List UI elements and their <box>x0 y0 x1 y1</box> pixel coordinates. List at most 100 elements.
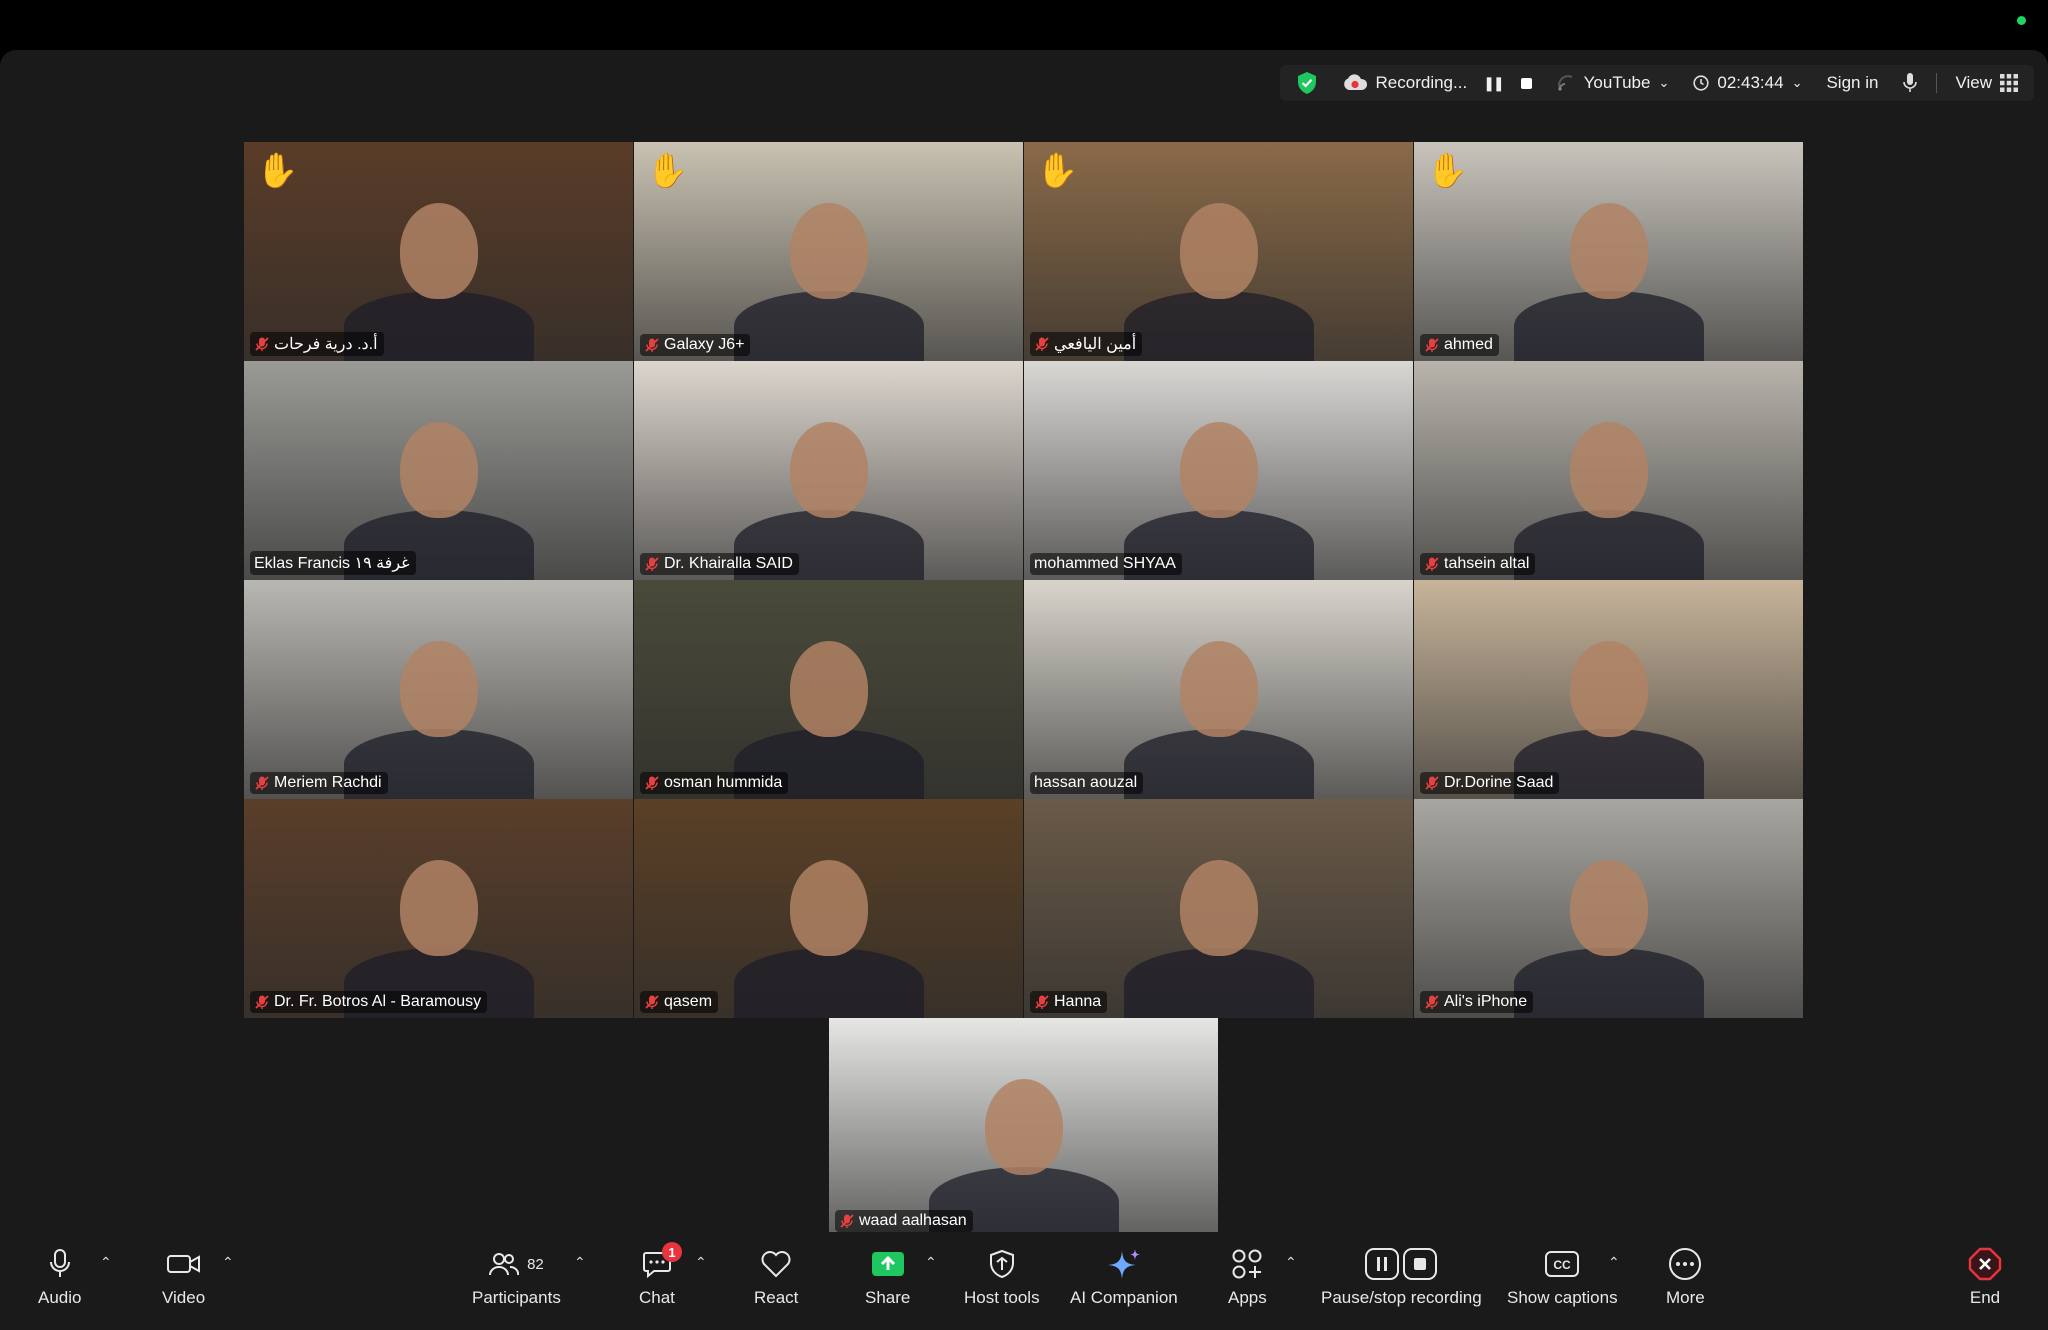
participant-video <box>1024 142 1413 361</box>
zoom-window: Recording... ❚❚ YouTube ⌄ 02:43:44 ⌄ Sig… <box>0 50 2048 1330</box>
participants-button[interactable]: 82 Participants <box>472 1246 561 1308</box>
participant-name: Hanna <box>1054 993 1102 1010</box>
participant-name-tag: hassan aouzal <box>1030 772 1144 794</box>
muted-mic-icon <box>1034 336 1050 352</box>
participant-name: osman hummida <box>664 774 783 791</box>
participant-tile[interactable]: Dr.Dorine Saad <box>1414 580 1803 799</box>
ai-companion-label: AI Companion <box>1070 1288 1178 1307</box>
participant-tile[interactable]: osman hummida <box>634 580 1023 799</box>
person-silhouette <box>1513 948 1704 1018</box>
participant-name: Dr.Dorine Saad <box>1444 774 1554 791</box>
person-silhouette <box>1513 510 1704 580</box>
youtube-label: YouTube <box>1583 73 1651 92</box>
host-tools-button[interactable]: Host tools <box>964 1246 1040 1308</box>
apps-button[interactable]: Apps <box>1228 1246 1267 1308</box>
audio-label: Audio <box>38 1288 82 1307</box>
participant-tile[interactable]: Eklas Francis غرفة ١٩ <box>244 361 633 580</box>
participant-tile[interactable]: hassan aouzal <box>1024 580 1413 799</box>
participant-name: Dr. Khairalla SAID <box>664 555 793 572</box>
more-button[interactable]: More <box>1666 1246 1705 1308</box>
chat-options-caret-icon[interactable]: ⌃ <box>695 1254 707 1271</box>
captions-cc-icon: CC <box>1545 1246 1580 1282</box>
participant-name-tag: osman hummida <box>640 772 789 794</box>
recording-indicator[interactable]: Recording... ❚❚ <box>1336 65 1538 101</box>
person-head <box>1179 422 1258 518</box>
mic-indicator-icon <box>1896 65 1924 101</box>
apps-label: Apps <box>1228 1288 1267 1307</box>
meeting-toolbar: Audio ⌃ Video ⌃ 82 Participants ⌃ 1 Chat… <box>0 1232 2048 1330</box>
more-label: More <box>1666 1288 1705 1307</box>
apps-options-caret-icon[interactable]: ⌃ <box>1285 1254 1297 1271</box>
participant-name-tag: Dr. Fr. Botros Al - Baramousy <box>250 991 488 1013</box>
participant-tile[interactable]: Dr. Khairalla SAID <box>634 361 1023 580</box>
show-captions-button[interactable]: CC Show captions <box>1507 1246 1618 1308</box>
microphone-icon <box>48 1246 72 1282</box>
end-meeting-button[interactable]: End <box>1968 1246 2002 1308</box>
video-button[interactable]: Video <box>162 1246 205 1308</box>
person-head <box>399 860 478 956</box>
participant-tile[interactable]: ✋ ahmed <box>1414 142 1803 361</box>
video-options-caret-icon[interactable]: ⌃ <box>222 1254 234 1271</box>
grid-view-icon <box>2000 74 2018 92</box>
participant-name-tag: tahsein altal <box>1420 553 1536 575</box>
participant-name-tag: Dr.Dorine Saad <box>1420 772 1560 794</box>
muted-mic-icon <box>1034 994 1050 1010</box>
participant-name: waad aalhasan <box>859 1212 967 1229</box>
person-head <box>789 422 868 518</box>
chat-button[interactable]: 1 Chat <box>639 1242 682 1308</box>
participant-tile[interactable]: tahsein altal <box>1414 361 1803 580</box>
captions-options-caret-icon[interactable]: ⌃ <box>1608 1254 1620 1271</box>
participant-name: Ali's iPhone <box>1444 993 1528 1010</box>
participant-tile[interactable]: Hanna <box>1024 799 1413 1018</box>
participant-tile[interactable]: qasem <box>634 799 1023 1018</box>
muted-mic-icon <box>254 336 270 352</box>
participant-video <box>634 580 1023 799</box>
participant-name: أ.د. درية فرحات <box>274 336 378 353</box>
muted-mic-icon <box>644 994 660 1010</box>
share-button[interactable]: Share <box>865 1246 910 1308</box>
stop-recording-icon[interactable] <box>1520 77 1532 89</box>
ai-companion-button[interactable]: AI Companion <box>1070 1246 1178 1308</box>
chevron-down-icon: ⌄ <box>1791 75 1803 90</box>
show-captions-label: Show captions <box>1507 1288 1618 1307</box>
participant-tile[interactable]: Meriem Rachdi <box>244 580 633 799</box>
youtube-live-button[interactable]: YouTube ⌄ <box>1550 65 1676 101</box>
end-label: End <box>1969 1288 2001 1307</box>
muted-mic-icon <box>644 337 660 353</box>
audio-options-caret-icon[interactable]: ⌃ <box>100 1254 112 1271</box>
pause-recording-icon[interactable]: ❚❚ <box>1483 75 1505 92</box>
participant-name: hassan aouzal <box>1034 774 1138 791</box>
participant-name-tag: qasem <box>640 991 719 1013</box>
view-label: View <box>1955 73 1992 92</box>
participant-tile[interactable]: ✋ أ.د. درية فرحات <box>244 142 633 361</box>
participant-video <box>244 361 633 580</box>
security-shield-icon[interactable] <box>1290 65 1324 101</box>
ai-sparkle-icon <box>1106 1246 1142 1282</box>
participants-options-caret-icon[interactable]: ⌃ <box>574 1254 586 1271</box>
raised-hand-icon: ✋ <box>1426 152 1469 190</box>
pause-recording-label: Pause/stop recording <box>1321 1288 1482 1307</box>
participant-name-tag: waad aalhasan <box>835 1210 973 1232</box>
meeting-timer[interactable]: 02:43:44 ⌄ <box>1687 65 1808 101</box>
raised-hand-icon: ✋ <box>256 152 299 190</box>
participant-tile[interactable]: Ali's iPhone <box>1414 799 1803 1018</box>
participant-tile[interactable]: ✋ Galaxy J6+ <box>634 142 1023 361</box>
participant-tile[interactable]: ✋ أمين اليافعي <box>1024 142 1413 361</box>
participant-tile[interactable]: mohammed SHYAA <box>1024 361 1413 580</box>
share-options-caret-icon[interactable]: ⌃ <box>925 1254 937 1271</box>
person-head <box>1179 641 1258 737</box>
participant-video <box>1414 799 1803 1018</box>
participant-name: Galaxy J6+ <box>664 336 745 353</box>
person-silhouette <box>733 948 924 1018</box>
participant-tile[interactable]: waad aalhasan <box>829 1018 1218 1237</box>
muted-mic-icon <box>644 556 660 572</box>
react-button[interactable]: React <box>754 1246 798 1308</box>
person-head <box>399 422 478 518</box>
audio-button[interactable]: Audio <box>38 1246 81 1308</box>
sign-in-link[interactable]: Sign in <box>1820 65 1884 101</box>
participant-tile[interactable]: Dr. Fr. Botros Al - Baramousy <box>244 799 633 1018</box>
pause-stop-recording-button[interactable]: Pause/stop recording <box>1321 1246 1482 1308</box>
view-button[interactable]: View <box>1949 65 2024 101</box>
svg-text:CC: CC <box>1554 1258 1572 1272</box>
person-head <box>399 203 478 299</box>
